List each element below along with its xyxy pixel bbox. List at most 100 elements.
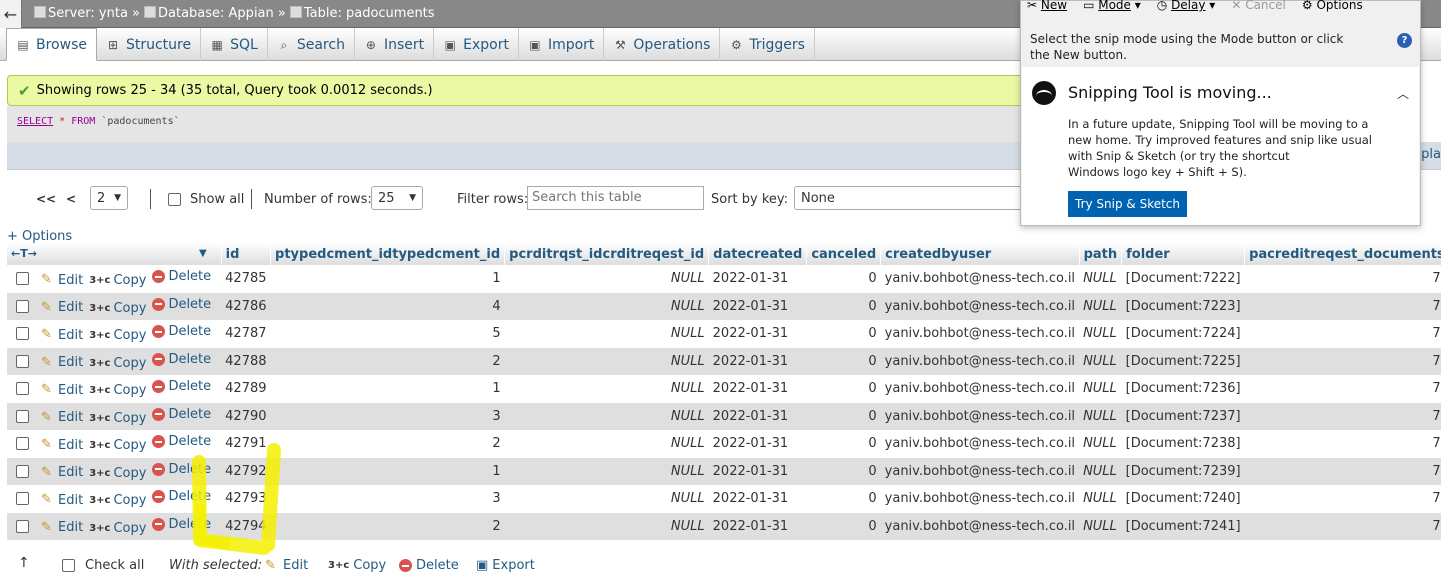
bulk-export-button[interactable]: ▣ Export xyxy=(476,558,535,573)
row-copy-link[interactable]: 3+c Copy xyxy=(89,383,146,398)
column-toggle-arrows-icon[interactable]: ←T→ xyxy=(11,247,37,260)
row-checkbox[interactable] xyxy=(16,492,29,506)
row-edit-link[interactable]: ✎ Edit xyxy=(41,328,83,343)
row-edit-link[interactable]: ✎ Edit xyxy=(41,493,83,508)
help-icon[interactable]: ? xyxy=(1397,33,1412,48)
row-delete-link[interactable]: Delete xyxy=(152,269,211,284)
row-checkbox[interactable] xyxy=(16,327,29,341)
column-header-datecreated[interactable]: datecreated xyxy=(708,243,808,265)
options-link[interactable]: + Options xyxy=(7,229,72,244)
row-delete-link[interactable]: Delete xyxy=(152,379,211,394)
row-copy-link[interactable]: 3+c Copy xyxy=(89,273,146,288)
cell-documents-id[interactable]: 7423 xyxy=(1244,292,1441,320)
sort-select[interactable]: None xyxy=(794,186,1024,210)
cell-documents-id[interactable]: 7425 xyxy=(1244,457,1441,485)
row-copy-link[interactable]: 3+c Copy xyxy=(89,466,146,481)
check-all-checkbox[interactable] xyxy=(62,559,75,572)
row-copy-link[interactable]: 3+c Copy xyxy=(89,411,146,426)
cell-typedcment[interactable]: 2 xyxy=(270,347,505,375)
bulk-copy-button[interactable]: 3+c Copy xyxy=(328,558,386,573)
tab-operations[interactable]: ⚒ Operations xyxy=(604,28,721,61)
cell-typedcment[interactable]: 4 xyxy=(270,292,505,320)
cell-typedcment[interactable]: 5 xyxy=(270,320,505,348)
chevron-up-icon[interactable]: ︿ xyxy=(1397,85,1409,102)
cell-documents-id[interactable]: 7424 xyxy=(1244,402,1441,430)
row-checkbox[interactable] xyxy=(16,354,29,368)
check-all[interactable]: Check all xyxy=(62,558,144,573)
row-delete-link[interactable]: Delete xyxy=(152,462,211,477)
row-delete-link[interactable]: Delete xyxy=(152,489,211,504)
breadcrumb-database[interactable]: Database: Appian » xyxy=(144,6,286,21)
snip-mode-button[interactable]: ▭ Mode ▾ xyxy=(1083,0,1141,12)
first-page-button[interactable]: << xyxy=(36,192,56,206)
row-checkbox[interactable] xyxy=(16,437,29,451)
bulk-edit-button[interactable]: ✎ Edit xyxy=(265,558,308,573)
tab-search[interactable]: ⌕ Search xyxy=(268,28,355,61)
sort-dropdown-icon[interactable]: ▼ xyxy=(199,248,207,259)
row-delete-link[interactable]: Delete xyxy=(152,517,211,532)
tab-insert[interactable]: ⊕ Insert xyxy=(355,28,435,61)
bulk-delete-button[interactable]: Delete xyxy=(399,558,459,573)
tab-sql[interactable]: ▦ SQL xyxy=(201,28,268,61)
cell-documents-id[interactable]: 7424 xyxy=(1244,375,1441,403)
tab-import[interactable]: ▣ Import xyxy=(519,28,605,61)
row-edit-link[interactable]: ✎ Edit xyxy=(41,410,83,425)
back-arrow-icon[interactable]: ← xyxy=(0,0,22,28)
cell-typedcment[interactable]: 1 xyxy=(270,265,505,293)
rows-select[interactable]: 25 ▼ xyxy=(371,186,423,210)
sql-keyword-from[interactable]: FROM xyxy=(71,116,95,127)
snip-cancel-button[interactable]: ✕ Cancel xyxy=(1231,0,1286,12)
snip-new-button[interactable]: ✂ New xyxy=(1027,0,1067,12)
cell-typedcment[interactable]: 2 xyxy=(270,512,505,540)
filter-input[interactable]: Search this table xyxy=(527,186,704,210)
tab-browse[interactable]: ▤ Browse xyxy=(6,28,97,61)
row-edit-link[interactable]: ✎ Edit xyxy=(41,300,83,315)
column-header-folder[interactable]: folder xyxy=(1121,243,1246,265)
column-header-path[interactable]: path xyxy=(1079,243,1123,265)
row-copy-link[interactable]: 3+c Copy xyxy=(89,521,146,536)
row-edit-link[interactable]: ✎ Edit xyxy=(41,273,83,288)
cell-typedcment[interactable]: 2 xyxy=(270,430,505,458)
row-edit-link[interactable]: ✎ Edit xyxy=(41,383,83,398)
row-edit-link[interactable]: ✎ Edit xyxy=(41,355,83,370)
breadcrumb-table[interactable]: Table: padocuments xyxy=(289,6,435,21)
row-copy-link[interactable]: 3+c Copy xyxy=(89,438,146,453)
row-delete-link[interactable]: Delete xyxy=(152,352,211,367)
row-edit-link[interactable]: ✎ Edit xyxy=(41,438,83,453)
row-checkbox[interactable] xyxy=(16,409,29,423)
show-all-checkbox[interactable] xyxy=(168,193,181,206)
column-header-createdbyuser[interactable]: createdbyuser xyxy=(880,243,1080,265)
tab-triggers[interactable]: ⚙ Triggers xyxy=(720,28,815,61)
column-header-documents-id[interactable]: pacreditreqest_documents_id xyxy=(1244,243,1441,265)
row-checkbox[interactable] xyxy=(16,464,29,478)
cell-typedcment[interactable]: 3 xyxy=(270,485,505,513)
cell-documents-id[interactable]: 7423 xyxy=(1244,347,1441,375)
row-checkbox[interactable] xyxy=(16,299,29,313)
cell-documents-id[interactable]: 7423 xyxy=(1244,265,1441,293)
row-checkbox[interactable] xyxy=(16,272,29,286)
previous-page-button[interactable]: < xyxy=(66,192,76,206)
row-checkbox[interactable] xyxy=(16,519,29,533)
column-header-typedcment[interactable]: ptypedcment_idtypedcment_id xyxy=(270,243,506,265)
breadcrumb-server[interactable]: Server: ynta » xyxy=(34,6,140,21)
row-edit-link[interactable]: ✎ Edit xyxy=(41,520,83,535)
cell-documents-id[interactable]: 7424 xyxy=(1244,430,1441,458)
cell-documents-id[interactable]: 7423 xyxy=(1244,320,1441,348)
row-delete-link[interactable]: Delete xyxy=(152,407,211,422)
row-checkbox[interactable] xyxy=(16,382,29,396)
cell-documents-id[interactable]: 7425 xyxy=(1244,512,1441,540)
sql-keyword-select[interactable]: SELECT xyxy=(17,116,53,127)
page-select[interactable]: 2 ▼ xyxy=(90,186,128,210)
cell-typedcment[interactable]: 1 xyxy=(270,457,505,485)
row-copy-link[interactable]: 3+c Copy xyxy=(89,301,146,316)
row-copy-link[interactable]: 3+c Copy xyxy=(89,356,146,371)
tab-structure[interactable]: ⊞ Structure xyxy=(97,28,202,61)
cell-typedcment[interactable]: 3 xyxy=(270,402,505,430)
row-delete-link[interactable]: Delete xyxy=(152,434,211,449)
try-snip-sketch-button[interactable]: Try Snip & Sketch xyxy=(1068,191,1188,217)
cell-documents-id[interactable]: 7425 xyxy=(1244,485,1441,513)
tab-export[interactable]: ▣ Export xyxy=(434,28,519,61)
column-header-canceled[interactable]: canceled xyxy=(806,243,882,265)
row-delete-link[interactable]: Delete xyxy=(152,324,211,339)
column-header-id[interactable]: id xyxy=(221,243,272,265)
